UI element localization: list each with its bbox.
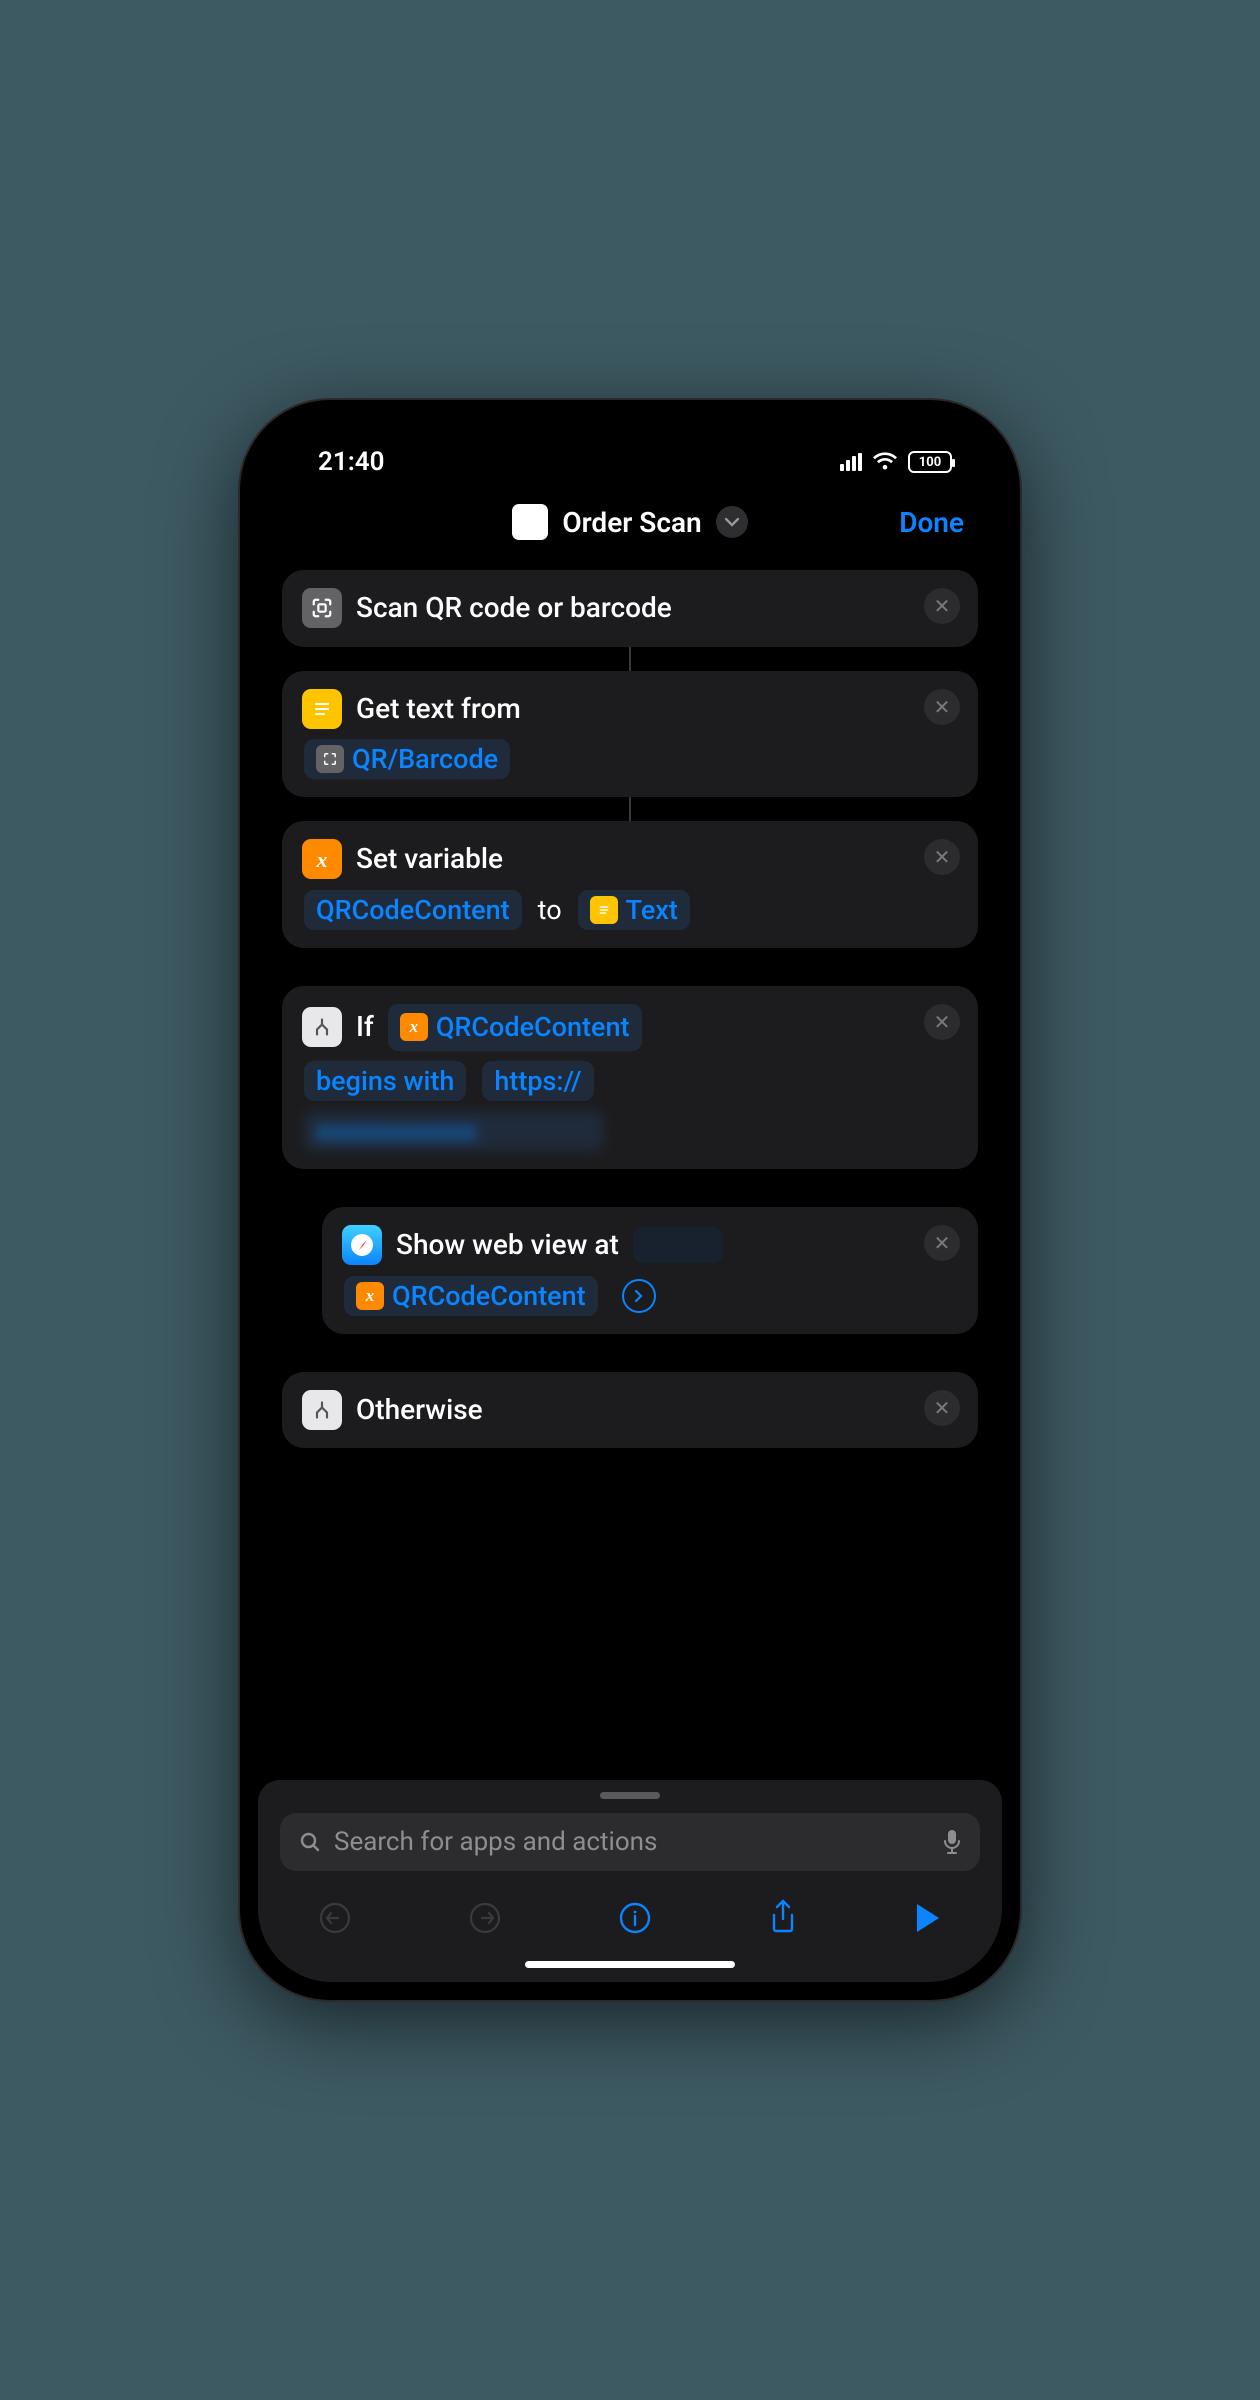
actions-list: Scan QR code or barcode ✕ Get text from	[258, 564, 1002, 1780]
variable-token-qrbarcode[interactable]: QR/Barcode	[304, 739, 510, 779]
variable-name-token[interactable]: QRCodeContent	[304, 890, 522, 930]
text-icon	[590, 896, 618, 924]
action-label: If	[356, 1007, 374, 1048]
action-label: Scan QR code or barcode	[356, 588, 672, 629]
action-set-variable[interactable]: x Set variable QRCodeContent to Text ✕	[282, 821, 978, 948]
disclosure-button[interactable]	[622, 1279, 656, 1313]
empty-param[interactable]	[633, 1227, 723, 1263]
to-label: to	[538, 894, 562, 926]
share-button[interactable]	[768, 1899, 798, 1937]
text-icon	[302, 689, 342, 729]
drag-handle[interactable]	[600, 1792, 660, 1799]
shortcut-color-swatch	[512, 504, 548, 540]
scan-icon	[316, 745, 344, 773]
delete-action-button[interactable]: ✕	[924, 1004, 960, 1040]
if-variable-token[interactable]: x QRCodeContent	[388, 1004, 642, 1051]
action-label: Set variable	[356, 839, 503, 880]
scan-icon	[302, 588, 342, 628]
action-library-panel[interactable]: Search for apps and actions	[258, 1780, 1002, 1982]
action-show-webview[interactable]: Show web view at x QRCodeContent ✕	[322, 1207, 978, 1334]
editor-toolbar	[280, 1871, 980, 1951]
search-input[interactable]: Search for apps and actions	[280, 1813, 980, 1871]
variable-icon: x	[356, 1282, 384, 1310]
safari-icon	[342, 1225, 382, 1265]
search-placeholder: Search for apps and actions	[334, 1827, 657, 1857]
delete-action-button[interactable]: ✕	[924, 588, 960, 624]
battery-icon: 100	[908, 451, 952, 473]
connector	[629, 647, 631, 671]
action-label: Show web view at	[396, 1225, 619, 1266]
branch-icon	[302, 1007, 342, 1047]
delete-action-button[interactable]: ✕	[924, 839, 960, 875]
status-time: 21:40	[318, 447, 385, 477]
home-indicator	[525, 1961, 735, 1968]
play-button[interactable]	[914, 1902, 942, 1934]
action-label: Otherwise	[356, 1390, 483, 1431]
connector	[629, 797, 631, 821]
redacted-value: xxxxxxxxxxxx	[304, 1111, 604, 1151]
chevron-down-icon[interactable]	[716, 506, 748, 538]
branch-icon	[302, 1390, 342, 1430]
if-condition-token[interactable]: begins with	[304, 1061, 466, 1101]
delete-action-button[interactable]: ✕	[924, 689, 960, 725]
redo-button[interactable]	[468, 1901, 502, 1935]
webview-url-token[interactable]: x QRCodeContent	[344, 1276, 598, 1316]
dynamic-island	[550, 418, 710, 462]
done-button[interactable]: Done	[899, 506, 964, 539]
delete-action-button[interactable]: ✕	[924, 1225, 960, 1261]
action-if[interactable]: If x QRCodeContent begins with https:// …	[282, 986, 978, 1169]
mic-icon[interactable]	[942, 1829, 962, 1855]
status-indicators: 100	[840, 451, 952, 473]
phone-frame: 21:40 100 Order Scan Done	[240, 400, 1020, 2000]
variable-value-token[interactable]: Text	[578, 890, 690, 930]
action-label: Get text from	[356, 689, 521, 730]
search-icon	[298, 1830, 322, 1854]
variable-icon: x	[400, 1013, 428, 1041]
action-scan-qr[interactable]: Scan QR code or barcode ✕	[282, 570, 978, 647]
variable-icon: x	[302, 839, 342, 879]
wifi-icon	[872, 452, 898, 472]
shortcut-title-group[interactable]: Order Scan	[512, 504, 747, 540]
nav-bar: Order Scan Done	[258, 490, 1002, 564]
undo-button[interactable]	[318, 1901, 352, 1935]
action-get-text[interactable]: Get text from QR/Barcode ✕	[282, 671, 978, 798]
screen: 21:40 100 Order Scan Done	[258, 418, 1002, 1982]
if-value-token[interactable]: https://	[482, 1061, 593, 1101]
delete-action-button[interactable]: ✕	[924, 1390, 960, 1426]
cellular-icon	[840, 453, 862, 471]
shortcut-title: Order Scan	[562, 506, 701, 539]
action-otherwise[interactable]: Otherwise ✕	[282, 1372, 978, 1449]
info-button[interactable]	[618, 1901, 652, 1935]
